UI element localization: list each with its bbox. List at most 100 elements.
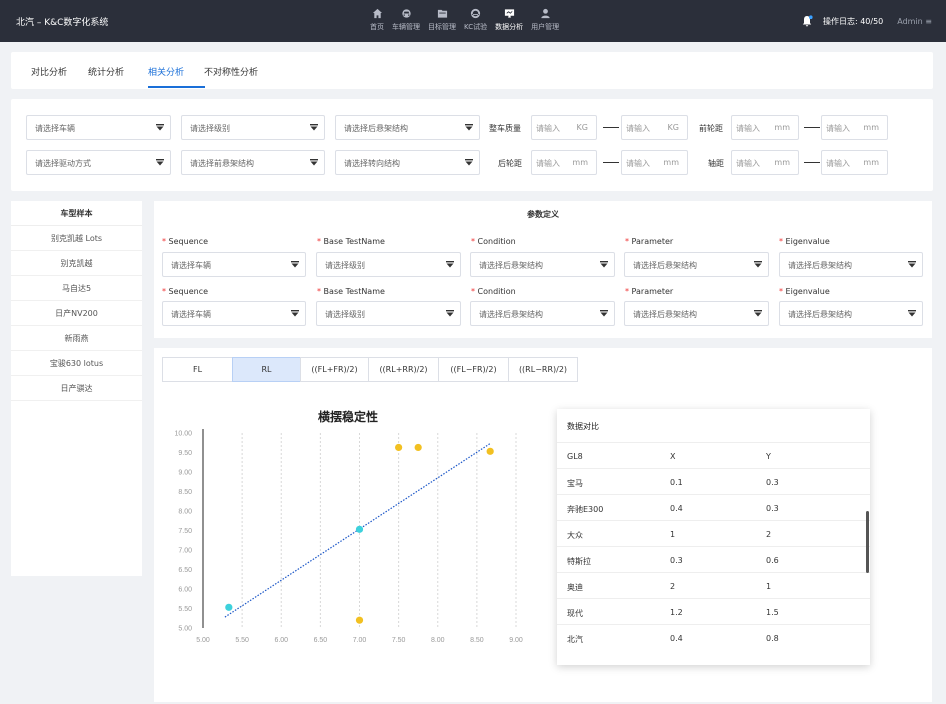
rear-suspension-select[interactable]: 请选择后悬架结构 bbox=[335, 115, 480, 140]
chevron-down-icon bbox=[465, 124, 473, 131]
notification-icon[interactable] bbox=[801, 15, 813, 27]
monitor-icon bbox=[504, 9, 514, 18]
nav-label: 目标管理 bbox=[428, 23, 456, 31]
table-row[interactable]: 奔驰E300 0.4 0.3 bbox=[557, 494, 870, 520]
parameter-select[interactable]: 请选择后悬架结构 bbox=[624, 252, 769, 277]
level-select[interactable]: 请选择级别 bbox=[181, 115, 325, 140]
data-point bbox=[414, 443, 422, 452]
operation-log[interactable]: 操作日志: 40/50 bbox=[823, 16, 883, 27]
table-row[interactable]: 特斯拉 0.3 0.6 bbox=[557, 546, 870, 572]
rear-track-min-input[interactable]: 请输入 mm bbox=[531, 150, 597, 175]
chevron-down-icon bbox=[446, 310, 454, 317]
table-row[interactable]: 大众 1 2 bbox=[557, 520, 870, 546]
table-row[interactable]: 北汽 0.4 0.8 bbox=[557, 624, 870, 650]
nav-label: 首页 bbox=[370, 23, 384, 31]
wheel-icon bbox=[470, 8, 481, 19]
scrollbar[interactable] bbox=[866, 511, 869, 573]
parameter-label: * Parameter bbox=[625, 237, 674, 246]
sequence-label: * Sequence bbox=[162, 287, 209, 296]
front-track-max-input[interactable]: 请输入 mm bbox=[821, 115, 888, 140]
range-dash bbox=[603, 127, 619, 128]
nav-data-analysis[interactable]: 数据分析 bbox=[491, 8, 527, 32]
mass-min-input[interactable]: 请输入 KG bbox=[531, 115, 597, 140]
drive-select[interactable]: 请选择驱动方式 bbox=[26, 150, 171, 175]
user-menu[interactable]: Admin ≡ bbox=[897, 17, 932, 26]
eigenvalue-select[interactable]: 请选择后悬架结构 bbox=[779, 252, 923, 277]
chevron-down-icon bbox=[156, 159, 164, 166]
nav-kc-test[interactable]: KC试验 bbox=[460, 8, 491, 32]
parameter-select[interactable]: 请选择后悬架结构 bbox=[624, 301, 769, 326]
vehicle-sample-list: 车型样本 别克凯越 Lots 别克凯越 马自达5 日产NV200 新雨燕 宝骏6… bbox=[11, 201, 142, 576]
eigenvalue-select[interactable]: 请选择后悬架结构 bbox=[779, 301, 923, 326]
chevron-down-icon bbox=[908, 261, 916, 268]
tab-correlation[interactable]: 相关分析 bbox=[148, 65, 184, 78]
x-tick-label: 7.00 bbox=[353, 637, 367, 644]
nav-targets[interactable]: 目标管理 bbox=[424, 8, 460, 32]
sequence-label: * Sequence bbox=[162, 237, 209, 246]
mass-label: 整车质量 bbox=[489, 124, 521, 133]
x-tick-label: 7.50 bbox=[392, 637, 406, 644]
segment-fl-fr-avg[interactable]: ((FL+FR)/2) bbox=[300, 357, 369, 382]
chevron-down-icon bbox=[465, 159, 473, 166]
list-item[interactable]: 别克凯越 bbox=[11, 251, 142, 276]
sequence-select[interactable]: 请选择车辆 bbox=[162, 301, 306, 326]
sequence-select[interactable]: 请选择车辆 bbox=[162, 252, 306, 277]
chevron-down-icon bbox=[156, 124, 164, 131]
nav-label: KC试验 bbox=[464, 23, 488, 31]
car-icon bbox=[401, 9, 411, 18]
chevron-down-icon bbox=[446, 261, 454, 268]
eigenvalue-label: * Eigenvalue bbox=[779, 287, 830, 296]
tab-compare[interactable]: 对比分析 bbox=[31, 65, 67, 78]
steering-select[interactable]: 请选择转向结构 bbox=[335, 150, 480, 175]
vehicle-select[interactable]: 请选择车辆 bbox=[26, 115, 171, 140]
table-row[interactable]: 宝马 0.1 0.3 bbox=[557, 468, 870, 494]
base-testname-select[interactable]: 请选择级别 bbox=[316, 301, 461, 326]
chevron-down-icon bbox=[310, 159, 318, 166]
chevron-down-icon bbox=[908, 310, 916, 317]
base-testname-select[interactable]: 请选择级别 bbox=[316, 252, 461, 277]
data-point bbox=[395, 443, 403, 452]
condition-select[interactable]: 请选择后悬架结构 bbox=[470, 252, 615, 277]
front-track-min-input[interactable]: 请输入 mm bbox=[731, 115, 799, 140]
x-tick-label: 8.50 bbox=[470, 637, 484, 644]
x-tick-label: 5.50 bbox=[235, 637, 249, 644]
data-compare-title: 数据对比 bbox=[567, 422, 599, 431]
y-tick-label: 7.00 bbox=[178, 548, 192, 555]
y-tick-label: 9.50 bbox=[178, 450, 192, 457]
nav-users[interactable]: 用户管理 bbox=[527, 8, 563, 32]
chevron-down-icon bbox=[600, 261, 608, 268]
list-item[interactable]: 日产NV200 bbox=[11, 301, 142, 326]
y-tick-label: 5.50 bbox=[178, 606, 192, 613]
wheelbase-min-input[interactable]: 请输入 mm bbox=[731, 150, 799, 175]
nav-vehicles[interactable]: 车辆管理 bbox=[388, 8, 424, 32]
front-suspension-select[interactable]: 请选择前悬架结构 bbox=[181, 150, 325, 175]
segment-fl-fr-diff[interactable]: ((FL−FR)/2) bbox=[438, 357, 509, 382]
data-point bbox=[355, 616, 364, 624]
list-item[interactable]: 别克凯越 Lots bbox=[11, 226, 142, 251]
tab-statistics[interactable]: 统计分析 bbox=[88, 65, 124, 78]
segment-rl-rr-avg[interactable]: ((RL+RR)/2) bbox=[368, 357, 439, 382]
list-item[interactable]: 宝骏630 lotus bbox=[11, 351, 142, 376]
home-icon bbox=[372, 8, 382, 19]
segment-fl[interactable]: FL bbox=[162, 357, 233, 382]
tab-asymmetry[interactable]: 不对称性分析 bbox=[204, 65, 258, 78]
nav-label: 车辆管理 bbox=[392, 23, 420, 31]
list-item[interactable]: 日产骐达 bbox=[11, 376, 142, 401]
list-item[interactable]: 马自达5 bbox=[11, 276, 142, 301]
table-row[interactable]: 奥迪 2 1 bbox=[557, 572, 870, 598]
segment-rl[interactable]: RL bbox=[232, 357, 301, 382]
mass-max-input[interactable]: 请输入 KG bbox=[621, 115, 688, 140]
segment-rl-rr-diff[interactable]: ((RL−RR)/2) bbox=[508, 357, 578, 382]
chevron-down-icon bbox=[310, 124, 318, 131]
wheelbase-max-input[interactable]: 请输入 mm bbox=[821, 150, 888, 175]
condition-label: * Condition bbox=[471, 237, 516, 246]
range-dash bbox=[804, 127, 820, 128]
y-tick-label: 6.50 bbox=[178, 567, 192, 574]
list-item[interactable]: 新雨燕 bbox=[11, 326, 142, 351]
rear-track-max-input[interactable]: 请输入 mm bbox=[621, 150, 688, 175]
table-row[interactable]: 现代 1.2 1.5 bbox=[557, 598, 870, 624]
parameter-definition-panel: 参数定义 * Sequence * Base TestName * Condit… bbox=[154, 201, 932, 338]
nav-home[interactable]: 首页 bbox=[366, 8, 388, 32]
chevron-down-icon bbox=[600, 310, 608, 317]
condition-select[interactable]: 请选择后悬架结构 bbox=[470, 301, 615, 326]
